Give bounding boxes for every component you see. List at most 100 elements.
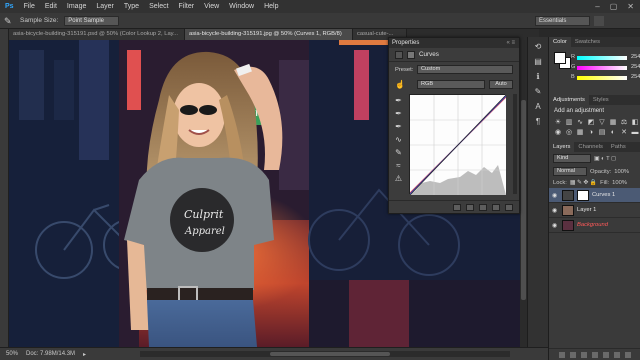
reset-icon[interactable] bbox=[479, 203, 487, 211]
menu-window[interactable]: Window bbox=[224, 3, 259, 10]
minimize-icon[interactable]: – bbox=[595, 2, 599, 11]
lock-icons[interactable]: ▦ ✎ ✥ 🔒 bbox=[570, 180, 597, 186]
menu-filter[interactable]: Filter bbox=[174, 3, 200, 10]
r-slider[interactable] bbox=[577, 56, 627, 60]
threshold-icon[interactable]: ◐ bbox=[609, 129, 617, 137]
status-arrow-icon[interactable]: ▸ bbox=[83, 351, 86, 358]
posterize-icon[interactable]: ▤ bbox=[598, 129, 606, 137]
maximize-icon[interactable]: ▢ bbox=[610, 2, 618, 11]
filter-icons[interactable]: ▣ ◐ T ◻ bbox=[594, 156, 616, 162]
hscroll-thumb[interactable] bbox=[270, 352, 390, 356]
eyedropper-white-icon[interactable]: ✒ bbox=[394, 122, 403, 131]
tab-styles[interactable]: Styles bbox=[589, 95, 613, 105]
properties-scrollbar[interactable] bbox=[513, 94, 517, 194]
link-icon[interactable] bbox=[558, 351, 565, 358]
color-balance-icon[interactable]: ⚖ bbox=[620, 119, 628, 127]
scrollbar-thumb[interactable] bbox=[521, 100, 526, 300]
curves-adj-icon[interactable]: ∿ bbox=[576, 119, 584, 127]
layer-row-background[interactable]: ◉ Background bbox=[549, 218, 640, 233]
canvas-vertical-scrollbar[interactable] bbox=[520, 40, 527, 347]
hue-icon[interactable]: ▦ bbox=[609, 119, 617, 127]
visibility-icon[interactable] bbox=[492, 203, 500, 211]
tab-paths[interactable]: Paths bbox=[607, 142, 630, 152]
kind-filter-select[interactable]: Kind bbox=[553, 154, 591, 163]
visibility-eye-icon[interactable]: ◉ bbox=[552, 207, 559, 214]
gradient-map-icon[interactable]: ▬ bbox=[631, 129, 639, 137]
trash-icon[interactable] bbox=[505, 203, 513, 211]
channel-mixer-icon[interactable]: ◎ bbox=[565, 129, 573, 137]
paragraph-icon[interactable]: ¶ bbox=[532, 116, 545, 127]
curves-graph[interactable] bbox=[409, 94, 506, 195]
hand-icon[interactable]: ☝ bbox=[395, 80, 413, 89]
layer-name[interactable]: Layer 1 bbox=[577, 207, 596, 213]
curve-point-icon[interactable]: ∿ bbox=[394, 135, 403, 144]
doc-size[interactable]: Doc: 7.98M/14.3M bbox=[26, 351, 75, 357]
brush-panel-icon[interactable]: ✎ bbox=[532, 86, 545, 97]
properties-dock-icon[interactable]: ▤ bbox=[532, 56, 545, 67]
b-slider[interactable] bbox=[577, 76, 627, 80]
layer-name[interactable]: Background bbox=[577, 222, 608, 228]
new-adjustment-icon[interactable] bbox=[591, 351, 598, 358]
channel-select[interactable]: RGB bbox=[417, 80, 485, 89]
mask-icon[interactable] bbox=[407, 50, 415, 59]
fx-icon[interactable] bbox=[569, 351, 576, 358]
pencil-icon[interactable]: ✎ bbox=[394, 148, 403, 157]
sample-size-select[interactable]: Point Sample bbox=[64, 15, 120, 26]
view-previous-icon[interactable] bbox=[466, 203, 474, 211]
eyedropper-icon[interactable]: ✎ bbox=[4, 16, 14, 26]
levels-icon[interactable]: ▥ bbox=[565, 119, 573, 127]
delete-layer-icon[interactable] bbox=[624, 351, 631, 358]
workspace-icon[interactable] bbox=[594, 16, 604, 26]
exposure-icon[interactable]: ◩ bbox=[587, 119, 595, 127]
opacity-value[interactable]: 100% bbox=[614, 169, 629, 175]
eyedropper-black-icon[interactable]: ✒ bbox=[394, 96, 403, 105]
tab-doc-1[interactable]: asia-bicycle-building-315191.psd @ 50% (… bbox=[9, 29, 185, 40]
tab-color[interactable]: Color bbox=[549, 37, 571, 47]
menu-file[interactable]: File bbox=[19, 3, 40, 10]
tab-swatches[interactable]: Swatches bbox=[571, 37, 604, 47]
history-icon[interactable]: ⟲ bbox=[532, 41, 545, 52]
panel-menu-icon[interactable]: « ≡ bbox=[506, 40, 519, 46]
r-value[interactable]: 254 bbox=[631, 54, 640, 60]
fill-value[interactable]: 100% bbox=[612, 180, 627, 186]
layer-name[interactable]: Curves 1 bbox=[592, 192, 615, 198]
close-icon[interactable]: ✕ bbox=[627, 2, 634, 11]
workspace-select[interactable]: Essentials bbox=[535, 16, 590, 26]
layer-row-curves[interactable]: ◉ Curves 1 bbox=[549, 188, 640, 203]
eyedropper-gray-icon[interactable]: ✒ bbox=[394, 109, 403, 118]
tab-doc-2[interactable]: asia-bicycle-building-315191.jpg @ 50% (… bbox=[185, 29, 353, 40]
visibility-eye-icon[interactable]: ◉ bbox=[552, 222, 559, 229]
g-value[interactable]: 254 bbox=[631, 64, 640, 70]
character-icon[interactable]: A bbox=[532, 101, 545, 112]
vibrance-icon[interactable]: ▽ bbox=[598, 119, 606, 127]
add-mask-icon[interactable] bbox=[580, 351, 587, 358]
canvas-horizontal-scrollbar[interactable] bbox=[140, 351, 510, 357]
blend-mode-select[interactable]: Normal bbox=[553, 167, 587, 176]
menu-layer[interactable]: Layer bbox=[91, 3, 119, 10]
foreground-color-swatch[interactable] bbox=[554, 52, 566, 64]
menu-type[interactable]: Type bbox=[119, 3, 144, 10]
g-slider[interactable] bbox=[577, 66, 627, 70]
color-lookup-icon[interactable]: ▦ bbox=[576, 129, 584, 137]
layer-mask-thumb[interactable] bbox=[577, 189, 589, 201]
new-layer-icon[interactable] bbox=[613, 351, 620, 358]
tab-adjustments[interactable]: Adjustments bbox=[549, 95, 589, 105]
layer-row-layer1[interactable]: ◉ Layer 1 bbox=[549, 203, 640, 218]
menu-view[interactable]: View bbox=[199, 3, 224, 10]
visibility-eye-icon[interactable]: ◉ bbox=[552, 192, 559, 199]
zoom-level[interactable]: 50% bbox=[6, 351, 18, 357]
menu-edit[interactable]: Edit bbox=[40, 3, 62, 10]
tab-channels[interactable]: Channels bbox=[574, 142, 607, 152]
selective-color-icon[interactable]: ✕ bbox=[620, 129, 628, 137]
preset-select[interactable]: Custom bbox=[417, 65, 513, 74]
invert-icon[interactable]: ◑ bbox=[587, 129, 595, 137]
tab-layers[interactable]: Layers bbox=[549, 142, 575, 152]
photo-filter-icon[interactable]: ◉ bbox=[554, 129, 562, 137]
menu-help[interactable]: Help bbox=[259, 3, 283, 10]
smooth-icon[interactable]: ≈ bbox=[394, 161, 403, 170]
group-icon[interactable] bbox=[602, 351, 609, 358]
info-icon[interactable]: ℹ bbox=[532, 71, 545, 82]
b-value[interactable]: 254 bbox=[631, 74, 640, 80]
brightness-icon[interactable]: ☀ bbox=[554, 119, 562, 127]
clip-icon[interactable] bbox=[453, 203, 461, 211]
